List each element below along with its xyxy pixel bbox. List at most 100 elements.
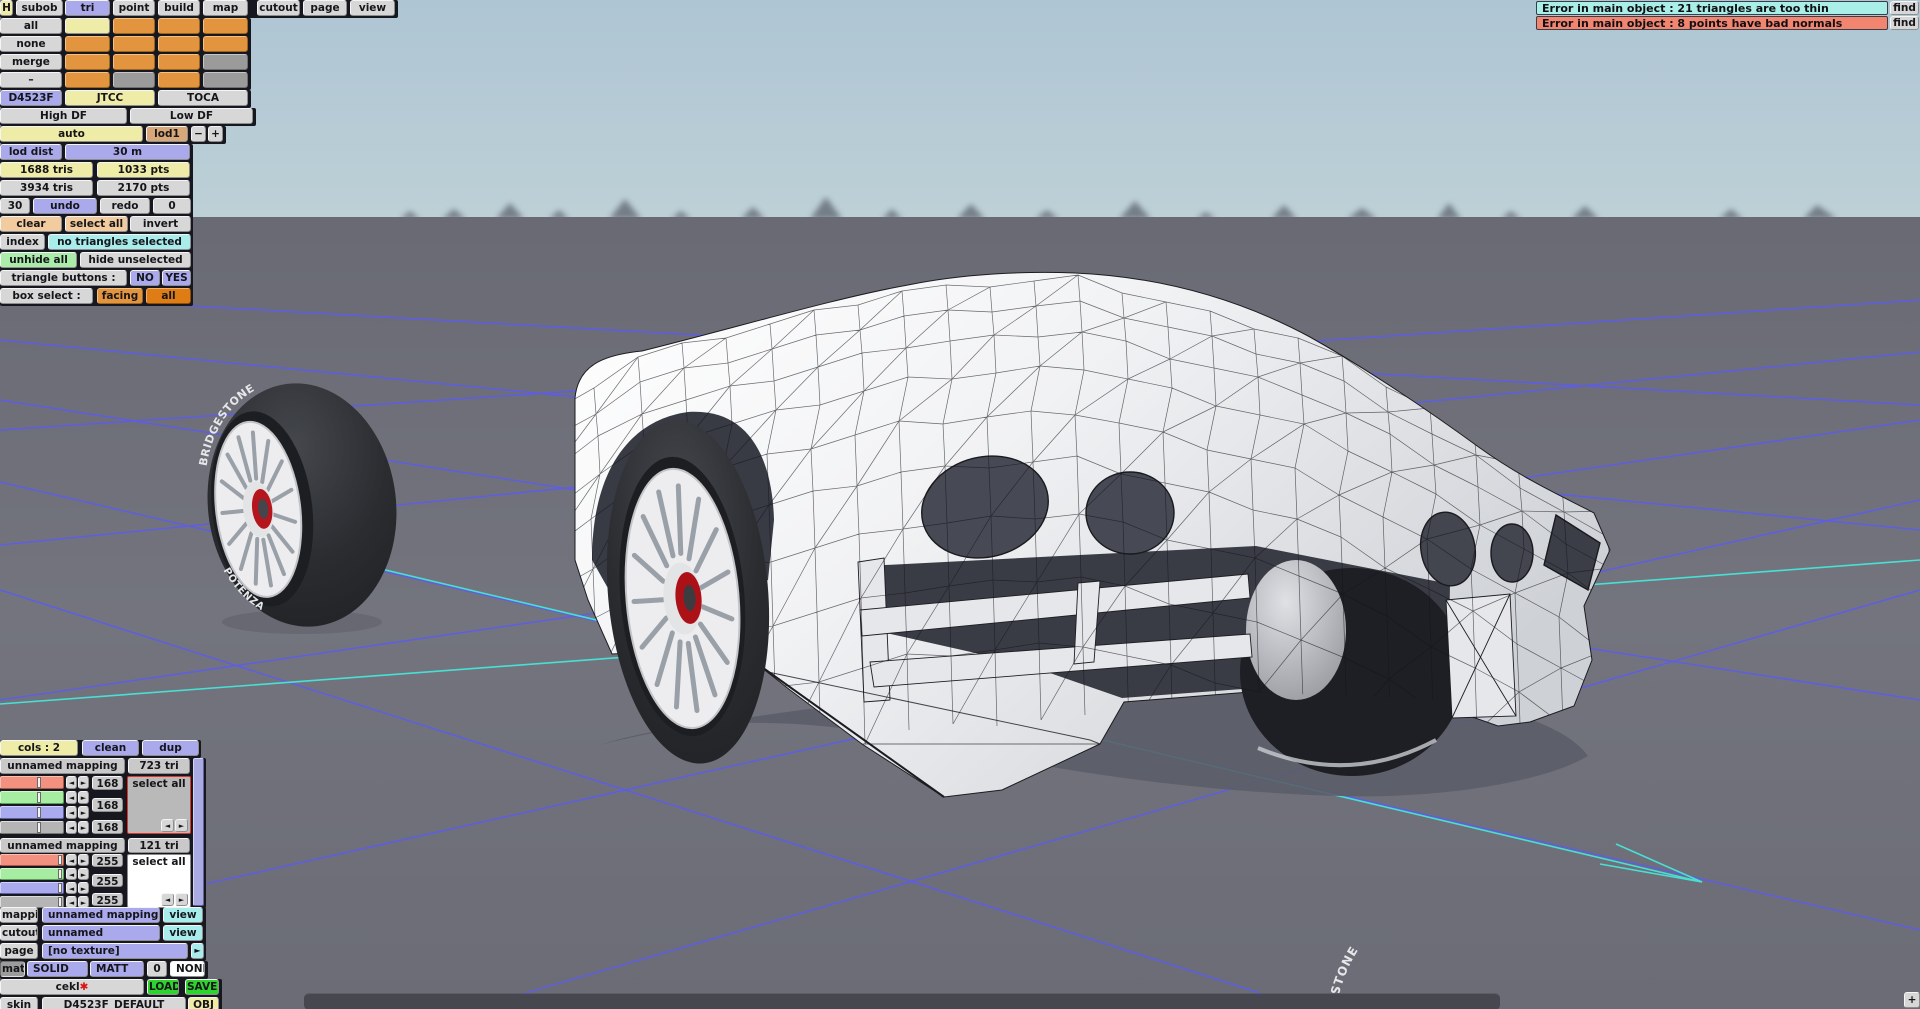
clear-button[interactable]: clear xyxy=(0,216,62,232)
menu-map[interactable]: map xyxy=(203,0,248,16)
grid-cell[interactable] xyxy=(113,54,155,70)
low-df-button[interactable]: Low DF xyxy=(130,108,253,124)
box-select-all[interactable]: all xyxy=(146,288,191,304)
increment-icon[interactable]: ► xyxy=(78,882,89,894)
decrement-icon[interactable]: ◄ xyxy=(66,882,77,894)
increment-icon[interactable]: ► xyxy=(78,821,89,834)
blue-slider[interactable] xyxy=(0,806,64,819)
slider-handle[interactable] xyxy=(58,855,63,865)
grid-cell[interactable] xyxy=(65,36,110,52)
save-button[interactable]: SAVE xyxy=(185,979,219,995)
menu-page[interactable]: page xyxy=(303,0,347,16)
select-all-button[interactable]: select all xyxy=(65,216,128,232)
page-value[interactable]: [no texture] xyxy=(42,943,188,959)
grid-cell[interactable] xyxy=(203,54,248,70)
slider-handle[interactable] xyxy=(58,883,63,893)
grid-cell[interactable] xyxy=(113,72,155,88)
model-button[interactable]: D4523F xyxy=(0,90,62,106)
menu-tri[interactable]: tri xyxy=(65,0,110,16)
high-df-button[interactable]: High DF xyxy=(0,108,127,124)
box-select-facing[interactable]: facing xyxy=(97,288,143,304)
lod-minus-button[interactable]: − xyxy=(191,126,206,142)
mat-zero-button[interactable]: 0 xyxy=(147,961,167,977)
lod-dist-label[interactable]: lod dist xyxy=(0,144,62,160)
grid-cell[interactable] xyxy=(65,72,110,88)
grid-cell[interactable] xyxy=(158,54,200,70)
zoom-in-button[interactable]: + xyxy=(1904,992,1920,1008)
skin-value[interactable]: D4523F_DEFAULT xyxy=(42,997,186,1009)
increment-icon[interactable]: ► xyxy=(78,868,89,880)
cutout-value[interactable]: unnamed xyxy=(42,925,160,941)
mat-label[interactable]: mat xyxy=(0,961,25,977)
decrement-icon[interactable]: ◄ xyxy=(66,776,77,789)
subobj-dash[interactable]: – xyxy=(0,72,62,88)
increment-icon[interactable]: ► xyxy=(78,806,89,819)
dup-button[interactable]: dup xyxy=(142,740,199,756)
file-name-field[interactable]: cekl✱ xyxy=(0,979,144,995)
mapping-name[interactable]: unnamed mapping xyxy=(0,838,125,853)
slider-handle[interactable] xyxy=(58,897,63,907)
page-next-icon[interactable]: ► xyxy=(191,943,204,959)
blue-slider[interactable] xyxy=(0,882,64,894)
grid-cell[interactable] xyxy=(203,72,248,88)
green-slider[interactable] xyxy=(0,868,64,880)
grid-cell[interactable] xyxy=(158,36,200,52)
find-button[interactable]: find xyxy=(1890,1,1919,15)
next-material-icon[interactable]: ► xyxy=(175,819,188,832)
lod-dist-value[interactable]: 30 m xyxy=(65,144,190,160)
decrement-icon[interactable]: ◄ xyxy=(66,868,77,880)
grid-cell[interactable] xyxy=(65,18,110,34)
subobj-none[interactable]: none xyxy=(0,36,62,52)
increment-icon[interactable]: ► xyxy=(78,776,89,789)
grid-cell[interactable] xyxy=(158,18,200,34)
obj-button[interactable]: OBJ xyxy=(188,997,219,1009)
lod-plus-button[interactable]: + xyxy=(208,126,223,142)
decrement-icon[interactable]: ◄ xyxy=(66,821,77,834)
next-material-icon[interactable]: ► xyxy=(175,893,188,906)
slider-handle[interactable] xyxy=(36,777,41,788)
color-value[interactable]: 255 xyxy=(92,854,123,867)
materials-scrollbar[interactable] xyxy=(193,758,204,906)
cutout-view-button[interactable]: view xyxy=(163,925,203,941)
redo-button[interactable]: redo xyxy=(100,198,150,214)
cols-button[interactable]: cols : 2 xyxy=(0,740,78,756)
menu-view[interactable]: view xyxy=(350,0,395,16)
toca-button[interactable]: TOCA xyxy=(158,90,248,106)
slider-handle[interactable] xyxy=(58,869,63,879)
find-button[interactable]: find xyxy=(1890,16,1919,30)
material-select-all[interactable]: select all ◄ ► xyxy=(127,854,191,908)
lod-current[interactable]: lod1 xyxy=(146,126,188,142)
menu-point[interactable]: point xyxy=(113,0,155,16)
slider-handle[interactable] xyxy=(36,807,41,818)
decrement-icon[interactable]: ◄ xyxy=(66,791,77,804)
menu-h[interactable]: H xyxy=(0,0,13,16)
grid-cell[interactable] xyxy=(203,36,248,52)
index-button[interactable]: index xyxy=(0,234,45,250)
menu-build[interactable]: build xyxy=(158,0,200,16)
color-value[interactable]: 255 xyxy=(92,893,123,906)
mapping-value[interactable]: unnamed mapping xyxy=(42,907,160,923)
grid-cell[interactable] xyxy=(65,54,110,70)
red-slider[interactable] xyxy=(0,776,64,789)
load-button[interactable]: LOAD xyxy=(147,979,179,995)
color-value[interactable]: 168 xyxy=(92,776,123,790)
invert-button[interactable]: invert xyxy=(130,216,191,232)
grid-cell[interactable] xyxy=(113,36,155,52)
subobj-merge[interactable]: merge xyxy=(0,54,62,70)
mat-none-value[interactable]: NONE xyxy=(170,961,205,977)
grid-cell[interactable] xyxy=(203,18,248,34)
menu-cutout[interactable]: cutout xyxy=(257,0,300,16)
slider-handle[interactable] xyxy=(36,792,41,803)
red-slider[interactable] xyxy=(0,854,64,866)
triangle-buttons-no[interactable]: NO xyxy=(130,270,160,286)
grid-cell[interactable] xyxy=(158,72,200,88)
prev-material-icon[interactable]: ◄ xyxy=(161,819,174,832)
grid-cell[interactable] xyxy=(113,18,155,34)
hide-unselected-button[interactable]: hide unselected xyxy=(80,252,191,268)
jtcc-button[interactable]: JTCC xyxy=(65,90,155,106)
mat-matt-button[interactable]: MATT xyxy=(90,961,144,977)
unhide-all-button[interactable]: unhide all xyxy=(0,252,77,268)
mapping-view-button[interactable]: view xyxy=(163,907,203,923)
select-all-label[interactable]: select all xyxy=(128,777,190,790)
color-value[interactable]: 255 xyxy=(92,874,123,887)
